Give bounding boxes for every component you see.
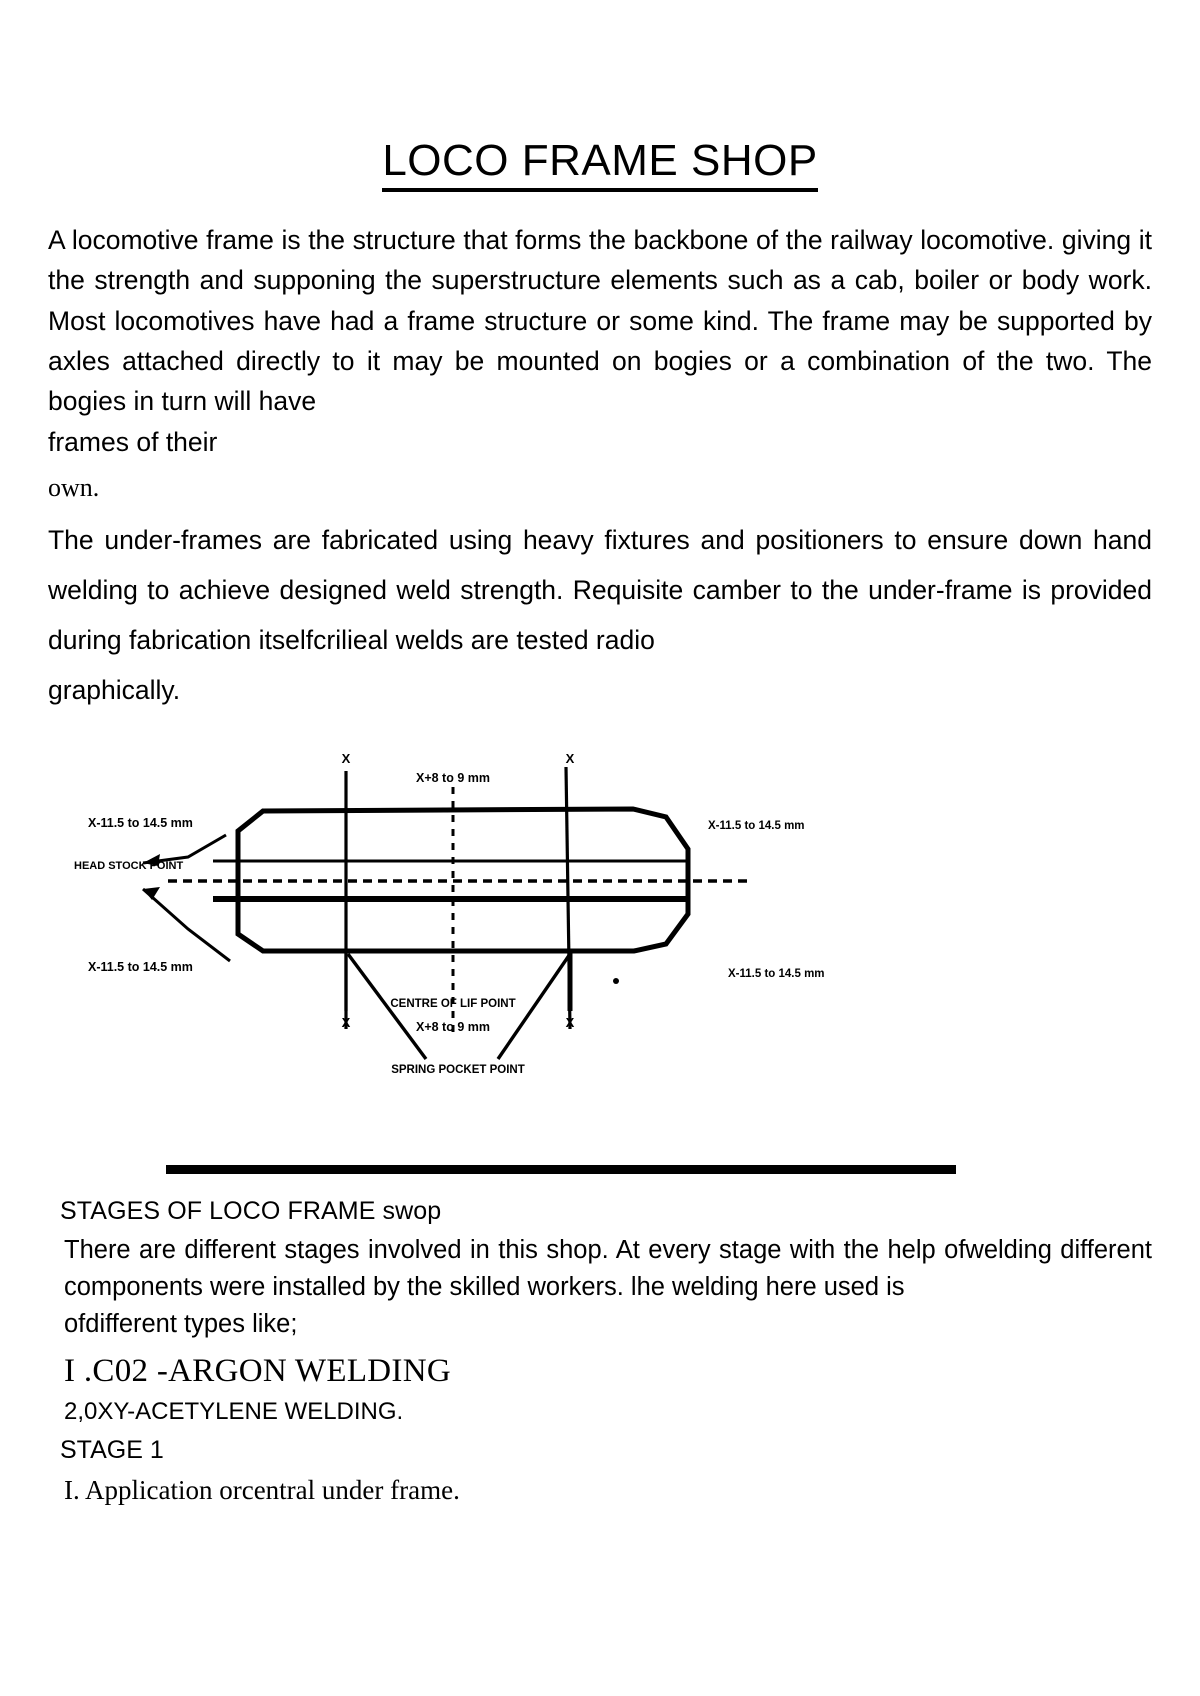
- label-top-left-dimension: X-11.5 to 14.5 mm: [88, 816, 193, 830]
- label-top-center-dimension: X+8 to 9 mm: [416, 771, 490, 785]
- paragraph-stages: There are different stages involved in t…: [64, 1232, 1152, 1343]
- loco-frame-diagram: X X X X X+8 to 9 mm X+8 to 9 mm X-11.5 t…: [48, 739, 1152, 1175]
- label-bottom-right-dimension: X-11.5 to 14.5 mm: [728, 968, 825, 980]
- diagram-dot: [613, 978, 619, 985]
- label-centre-lift-point: CENTRE OF LIF POINT: [390, 998, 515, 1010]
- paragraph-underframes: The under-frames are fabricated using he…: [48, 516, 1152, 715]
- label-spring-pocket-point: SPRING POCKET POINT: [391, 1064, 525, 1076]
- welding-type-2: 2,0XY-ACETYLENE WELDING.: [64, 1398, 404, 1426]
- paragraph-own: own.: [48, 472, 100, 502]
- label-axis-bottom-left: X: [342, 1015, 351, 1030]
- label-bottom-center-dimension: X+8 to 9 mm: [416, 1020, 490, 1034]
- document-page: LOCO FRAME SHOP A locomotive frame is th…: [0, 0, 1200, 1696]
- label-axis-bottom-right: X: [566, 1015, 575, 1030]
- paragraph-intro: A locomotive frame is the structure that…: [48, 220, 1152, 462]
- label-bottom-left-dimension: X-11.5 to 14.5 mm: [88, 960, 193, 974]
- stages-heading: STAGES OF LOCO FRAME swop: [60, 1197, 442, 1226]
- paragraph-stages-lastline: ofdifferent types like;: [64, 1310, 298, 1339]
- paragraph-stages-text: There are different stages involved in t…: [64, 1236, 1152, 1302]
- paragraph-intro-text: A locomotive frame is the structure that…: [48, 225, 1152, 417]
- label-axis-top-left: X: [342, 751, 351, 766]
- loco-frame-diagram-svg: X X X X X+8 to 9 mm X+8 to 9 mm X-11.5 t…: [74, 751, 825, 1076]
- section-divider-rule: [166, 1165, 956, 1175]
- stage-item-1: I. Application orcentral under frame.: [64, 1475, 460, 1506]
- label-top-right-dimension: X-11.5 to 14.5 mm: [708, 820, 805, 832]
- welding-type-1: I .C02 -ARGON WELDING: [64, 1353, 451, 1390]
- paragraph-underframes-lastline: graphically.: [48, 674, 181, 705]
- label-axis-top-right: X: [566, 751, 575, 766]
- stage-label: STAGE 1: [60, 1436, 164, 1465]
- page-title: LOCO FRAME SHOP: [48, 0, 1152, 192]
- paragraph-underframes-text: The under-frames are fabricated using he…: [48, 525, 1152, 655]
- page-title-text: LOCO FRAME SHOP: [382, 136, 818, 192]
- leader-arrow-bottom-left: [143, 887, 160, 901]
- label-head-stock-point: HEAD STOCK POINT: [74, 860, 183, 872]
- paragraph-intro-lastline: frames of their: [48, 426, 218, 457]
